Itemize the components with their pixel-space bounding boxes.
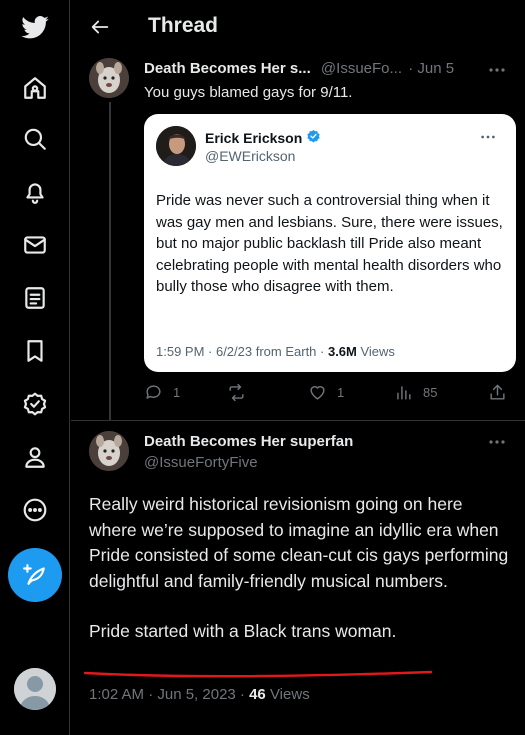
explore-search-icon[interactable] (17, 121, 53, 157)
tweet1-handle[interactable]: @IssueFo... (321, 60, 402, 77)
tweet2-timestamp[interactable]: 1:02 AM · Jun 5, 2023 · (89, 686, 249, 703)
messages-mail-icon[interactable] (17, 227, 53, 263)
account-avatar[interactable] (14, 668, 56, 710)
quote-meta: 1:59 PM · 6/2/23 from Earth · 3.6M Views (156, 344, 395, 359)
tweet2-more-icon[interactable] (487, 432, 507, 452)
twitter-logo-icon[interactable] (17, 10, 53, 46)
views-count: 85 (423, 385, 438, 400)
profile-icon[interactable] (17, 439, 53, 475)
more-options-icon[interactable] (17, 492, 53, 528)
retweet-icon (229, 383, 244, 402)
home-icon[interactable] (17, 70, 53, 106)
like-button[interactable]: 1 (308, 383, 344, 402)
feather-plus-icon (23, 564, 45, 585)
tweet2-paragraph-2: Pride started with a Black trans woman. (89, 621, 397, 641)
quote-display-name-row: Erick Erickson (205, 129, 321, 147)
tweet1-action-bar: 1 1 85 (144, 383, 516, 407)
quoted-tweet-card[interactable]: Erick Erickson @EWErickson Pride was nev… (144, 114, 516, 372)
quote-avatar[interactable] (156, 126, 196, 166)
sidebar-nav (0, 0, 70, 735)
page-title: Thread (148, 14, 219, 37)
tweet2-body: Really weird historical revisionism goin… (89, 492, 509, 645)
quote-timestamp[interactable]: 1:59 PM · 6/2/23 from Earth · (156, 344, 328, 359)
share-button[interactable] (488, 383, 507, 402)
thread-connector-line (109, 102, 111, 420)
quote-views-label: Views (356, 344, 395, 359)
tweet1-date[interactable]: · Jun 5 (408, 60, 454, 77)
dog-avatar-icon (89, 58, 129, 98)
default-avatar-icon (14, 668, 56, 710)
tweet1-text: You guys blamed gays for 9/11. (144, 84, 353, 101)
views-button[interactable]: 85 (394, 383, 437, 402)
thread-header: Thread (71, 0, 525, 55)
tweet2-paragraph-1: Really weird historical revisionism goin… (89, 494, 509, 591)
quote-text: Pride was never such a controversial thi… (156, 192, 503, 295)
share-icon (490, 384, 505, 400)
quote-display-name[interactable]: Erick Erickson (205, 130, 302, 146)
tweet2-display-name[interactable]: Death Becomes Her superfan (144, 433, 353, 450)
tweet1-display-name[interactable]: Death Becomes Her s... (144, 60, 311, 77)
red-underline-annotation (83, 670, 433, 678)
tweet2-avatar[interactable] (89, 431, 129, 471)
reply-count: 1 (173, 385, 181, 400)
quote-views-count: 3.6M (327, 344, 357, 359)
notifications-bell-icon[interactable] (17, 174, 53, 210)
tweet2-meta: 1:02 AM · Jun 5, 2023 · 46 Views (89, 686, 310, 703)
verified-check-icon (306, 129, 321, 147)
back-arrow-icon[interactable] (89, 16, 111, 38)
tweet2-handle[interactable]: @IssueFortyFive (144, 454, 258, 471)
tweet2-views-count: 46 (249, 686, 266, 703)
verified-badge-icon[interactable] (17, 386, 53, 422)
tweet1-avatar[interactable] (89, 58, 129, 98)
tweet2-views-label: Views (265, 686, 310, 703)
dog-avatar-icon (89, 431, 129, 471)
heart-icon (310, 386, 325, 400)
lists-icon[interactable] (17, 280, 53, 316)
reply-icon (146, 385, 161, 399)
analytics-bars-icon (397, 386, 411, 400)
compose-tweet-button[interactable] (8, 548, 62, 602)
quote-handle[interactable]: @EWErickson (205, 148, 295, 164)
retweet-button[interactable] (227, 383, 256, 402)
main-column: Thread Death Becomes Her s... @IssueFo..… (71, 0, 525, 735)
tweet1-header: Death Becomes Her s... @IssueFo... · Jun… (144, 60, 454, 77)
tweet-divider (71, 420, 525, 421)
quote-more-icon[interactable] (479, 128, 497, 151)
reply-button[interactable]: 1 (144, 383, 180, 402)
tweet1-more-icon[interactable] (487, 60, 507, 80)
person-avatar-icon (156, 126, 196, 166)
bookmarks-icon[interactable] (17, 333, 53, 369)
like-count: 1 (337, 385, 345, 400)
